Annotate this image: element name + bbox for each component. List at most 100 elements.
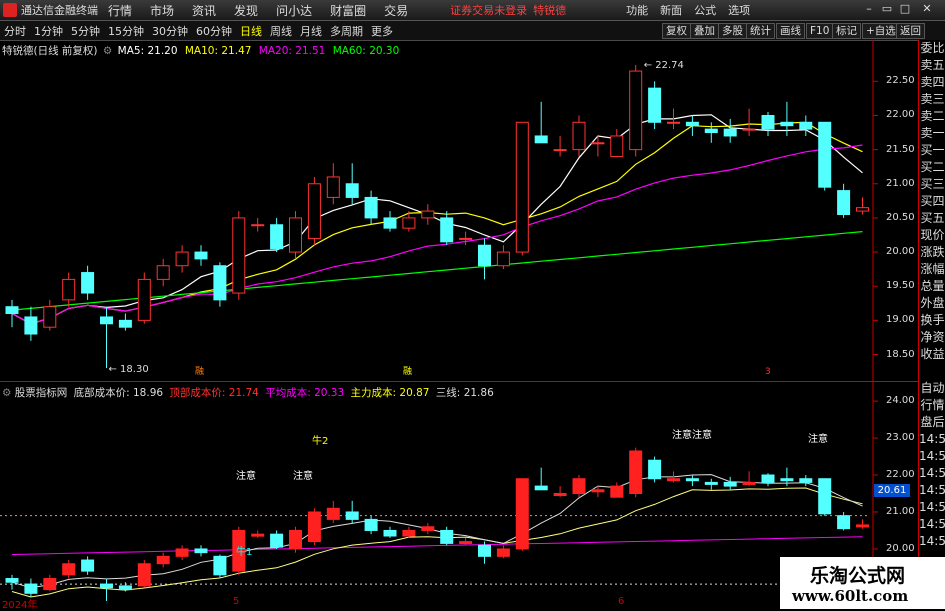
candle[interactable]: [478, 238, 491, 280]
candle[interactable]: [345, 163, 359, 205]
period-tab-more[interactable]: 更多: [367, 23, 397, 39]
restore-icon[interactable]: ▭: [880, 3, 894, 15]
indicator-candle[interactable]: [648, 456, 662, 483]
indicator-candle[interactable]: [515, 478, 529, 551]
period-tab-daily[interactable]: 日线: [236, 23, 266, 39]
back-button[interactable]: 返回: [896, 23, 925, 39]
sidebar-item[interactable]: 卖一: [919, 125, 945, 142]
sidebar-item[interactable]: 14:5: [919, 482, 945, 499]
candle[interactable]: [742, 108, 756, 136]
indicator-candle[interactable]: [137, 560, 151, 588]
indicator-candle[interactable]: [553, 486, 567, 498]
indicator-candle[interactable]: [440, 526, 454, 546]
indicator-candle[interactable]: [818, 478, 832, 516]
stats-button[interactable]: 统计: [746, 23, 775, 39]
sidebar-item[interactable]: 卖四: [919, 74, 945, 91]
candle[interactable]: [591, 135, 605, 157]
close-icon[interactable]: ✕: [920, 3, 934, 15]
candle[interactable]: [118, 313, 132, 331]
indicator-candle[interactable]: [610, 482, 624, 498]
candle[interactable]: [62, 272, 76, 307]
sidebar-item[interactable]: 14:5: [919, 533, 945, 550]
period-tab-weekly[interactable]: 周线: [266, 23, 296, 39]
menu-item-market[interactable]: 市场: [150, 2, 174, 19]
candle[interactable]: [515, 121, 529, 256]
period-tab-60min[interactable]: 60分钟: [192, 23, 236, 39]
sidebar-item[interactable]: 涨跌: [919, 244, 945, 261]
period-tab-1min[interactable]: 1分钟: [30, 23, 67, 39]
indicator-candle[interactable]: [478, 541, 491, 564]
sidebar-item[interactable]: 收益: [919, 346, 945, 363]
indicator-candle[interactable]: [307, 508, 321, 546]
period-tab-timeshare[interactable]: 分时: [0, 23, 30, 39]
menu-item-quotes[interactable]: 行情: [108, 2, 132, 19]
sidebar-item[interactable]: 14:5: [919, 499, 945, 516]
indicator-candle[interactable]: [685, 475, 699, 487]
settings-gear-icon[interactable]: ⚙: [103, 45, 112, 57]
indicator-candle[interactable]: [364, 515, 378, 535]
sidebar-item[interactable]: 外盘: [919, 295, 945, 312]
candle[interactable]: [685, 115, 699, 136]
indicator-candle[interactable]: [723, 476, 737, 490]
indicator-candle[interactable]: [572, 475, 586, 498]
indicator-candle[interactable]: [326, 500, 340, 524]
candle[interactable]: [629, 64, 643, 157]
indicator-candle[interactable]: [62, 560, 76, 579]
candle[interactable]: [364, 190, 378, 225]
sidebar-item[interactable]: 14:5: [919, 516, 945, 533]
indicator-candle[interactable]: [742, 471, 756, 487]
menu-item-trade[interactable]: 交易: [384, 2, 408, 19]
candle[interactable]: [837, 183, 851, 218]
indicator-candle[interactable]: [856, 519, 869, 529]
sidebar-item[interactable]: 卖五: [919, 57, 945, 74]
sidebar-item[interactable]: 买二: [919, 159, 945, 176]
event-marker[interactable]: 融: [195, 366, 204, 377]
indicator-candle[interactable]: [761, 473, 775, 487]
minimize-icon[interactable]: –: [862, 3, 876, 15]
menu-function[interactable]: 功能: [626, 2, 648, 18]
candle[interactable]: [496, 245, 510, 270]
menu-item-wealth[interactable]: 财富圈: [330, 2, 366, 19]
candle[interactable]: [553, 135, 567, 157]
menu-options[interactable]: 选项: [728, 2, 750, 18]
sidebar-item[interactable]: 卖二: [919, 108, 945, 125]
candle[interactable]: [24, 306, 38, 341]
period-tab-5min[interactable]: 5分钟: [67, 23, 104, 39]
candle[interactable]: [459, 231, 473, 246]
candle[interactable]: [232, 211, 246, 300]
indicator-candle[interactable]: [837, 511, 851, 531]
indicator-candle[interactable]: [175, 545, 189, 561]
mark-button[interactable]: 标记: [832, 23, 861, 39]
candle[interactable]: [213, 262, 227, 307]
indicator-candle[interactable]: [421, 523, 435, 535]
main-chart-panel[interactable]: ← 22.74 ← 18.30 融 融 3 特锐德(日线 前复权) ⚙ MA5: 21.…: [0, 40, 918, 381]
candle[interactable]: [440, 211, 454, 246]
overlay-button[interactable]: 叠加: [690, 23, 719, 39]
sidebar-item[interactable]: 14:5: [919, 448, 945, 465]
candle[interactable]: [856, 197, 869, 215]
candle[interactable]: [799, 115, 813, 136]
sidebar-item[interactable]: 买五: [919, 210, 945, 227]
indicator-candle[interactable]: [591, 486, 605, 498]
sidebar-item[interactable]: 净资: [919, 329, 945, 346]
sidebar-item[interactable]: 涨幅: [919, 261, 945, 278]
menu-item-discover[interactable]: 发现: [234, 2, 258, 19]
sidebar-item[interactable]: 买四: [919, 193, 945, 210]
indicator-gear-icon[interactable]: ⚙: [2, 387, 11, 399]
candle[interactable]: [43, 299, 57, 331]
indicator-candle[interactable]: [496, 545, 510, 559]
add-watchlist-button[interactable]: +自选: [862, 23, 900, 39]
sidebar-item[interactable]: 现价: [919, 227, 945, 244]
sidebar-item[interactable]: 总量: [919, 278, 945, 295]
sidebar-item[interactable]: 盘后: [919, 414, 945, 431]
indicator-candle[interactable]: [289, 526, 302, 553]
sidebar-item[interactable]: [919, 363, 945, 380]
candle[interactable]: [534, 101, 548, 144]
sidebar-item[interactable]: 自动: [919, 380, 945, 397]
candle[interactable]: [307, 176, 321, 246]
sidebar-item[interactable]: 行情: [919, 397, 945, 414]
indicator-candle[interactable]: [270, 530, 284, 549]
candle[interactable]: [156, 258, 170, 287]
indicator-candle[interactable]: [194, 545, 208, 557]
indicator-candle[interactable]: [345, 500, 359, 524]
